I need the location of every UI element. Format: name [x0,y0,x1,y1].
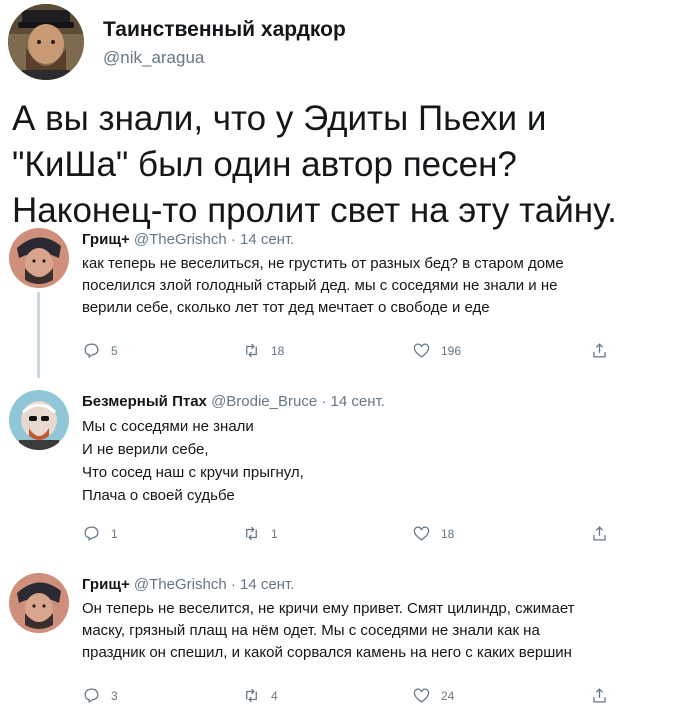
reply-actions: 5 18 196 [82,341,642,361]
retweet-icon [246,343,257,358]
avatar[interactable] [9,573,69,633]
reply-text-line: маску, грязный плащ на нём одет. Мы с со… [82,622,540,639]
retweet-icon [246,526,257,541]
reply-icon [84,526,99,541]
reply-author-name[interactable]: Безмерный Птах [82,393,207,410]
reply-author-handle[interactable]: @TheGrishch · 14 сент. [134,231,294,248]
like-action[interactable]: 18 [412,524,454,543]
reply-author-name[interactable]: Грищ+ [82,576,130,593]
share-icon [593,526,606,541]
like-count: 196 [441,343,462,358]
like-count: 24 [441,688,455,703]
reply-tweet: Грищ+ @TheGrishch · 14 сент. Он теперь н… [0,573,700,711]
avatar[interactable] [9,390,69,450]
retweet-count: 4 [271,688,278,703]
share-icon [593,688,606,703]
reply-meta: Безмерный Птах @Brodie_Bruce · 14 сент. [82,393,385,410]
like-icon [413,526,430,541]
avatar-image [9,390,69,450]
like-count: 18 [441,526,455,541]
like-action[interactable]: 24 [412,686,454,705]
tweet-text-line: "КиШа" был один автор песен? [12,145,517,184]
thread-line [37,292,40,378]
reply-text-line: Мы с соседями не знали [82,418,254,435]
avatar-image [9,228,69,288]
avatar-image [8,4,84,80]
avatar[interactable] [9,228,69,288]
reply-text: Он теперь не веселится, не кричи ему при… [82,598,694,664]
reply-actions: 3 4 24 [82,686,642,706]
avatar[interactable] [8,4,84,80]
tweet-header: Таинственный хардкор @nik_aragua [8,4,688,82]
reply-icon [84,343,99,358]
retweet-action[interactable]: 4 [242,686,278,705]
retweet-count: 1 [271,526,278,541]
reply-action[interactable]: 3 [82,686,118,705]
reply-actions: 1 1 18 [82,524,642,544]
reply-action[interactable]: 1 [82,524,118,543]
reply-text-line: Он теперь не веселится, не кричи ему при… [82,600,575,617]
reply-action[interactable]: 5 [82,341,118,360]
share-action[interactable] [590,686,609,705]
reply-text: как теперь не веселиться, не грустить от… [82,253,694,319]
share-action[interactable] [590,341,609,360]
reply-meta: Грищ+ @TheGrishch · 14 сент. [82,576,294,593]
reply-tweet: Грищ+ @TheGrishch · 14 сент. как теперь … [0,228,700,378]
like-icon [413,688,430,703]
reply-count: 3 [111,688,118,703]
like-icon [413,343,430,358]
reply-text-line: Что сосед наш с кручи прыгнул, [82,464,304,481]
share-action[interactable] [590,524,609,543]
retweet-action[interactable]: 18 [242,341,284,360]
reply-count: 1 [111,526,118,541]
retweet-icon [246,688,257,703]
reply-author-handle[interactable]: @TheGrishch · 14 сент. [134,576,294,593]
reply-text: Мы с соседями не знали И не верили себе,… [82,415,694,507]
share-icon [593,343,606,358]
retweet-action[interactable]: 1 [242,524,278,543]
reply-icon [84,688,99,703]
retweet-count: 18 [271,343,285,358]
like-action[interactable]: 196 [412,341,461,360]
reply-tweet: Безмерный Птах @Brodie_Bruce · 14 сент. … [0,390,700,560]
author-handle[interactable]: @nik_aragua [103,48,204,68]
reply-text-line: как теперь не веселиться, не грустить от… [82,255,564,272]
reply-text-line: И не верили себе, [82,441,209,458]
tweet-text-line: А вы знали, что у Эдиты Пьехи и [12,99,547,138]
reply-text-line: Плача о своей судьбе [82,487,235,504]
reply-author-handle[interactable]: @Brodie_Bruce · 14 сент. [211,393,385,410]
avatar-image [9,573,69,633]
reply-text-line: праздник он спешил, и какой сорвался кам… [82,644,572,661]
reply-text-line: поселился злой голодный старый дед. мы с… [82,277,558,294]
reply-author-name[interactable]: Грищ+ [82,231,130,248]
author-name[interactable]: Таинственный хардкор [103,18,346,42]
reply-text-line: верили себе, сколько лет тот дед мечтает… [82,299,490,316]
reply-count: 5 [111,343,118,358]
tweet-text: А вы знали, что у Эдиты Пьехи и "КиШа" б… [12,96,682,234]
reply-meta: Грищ+ @TheGrishch · 14 сент. [82,231,294,248]
